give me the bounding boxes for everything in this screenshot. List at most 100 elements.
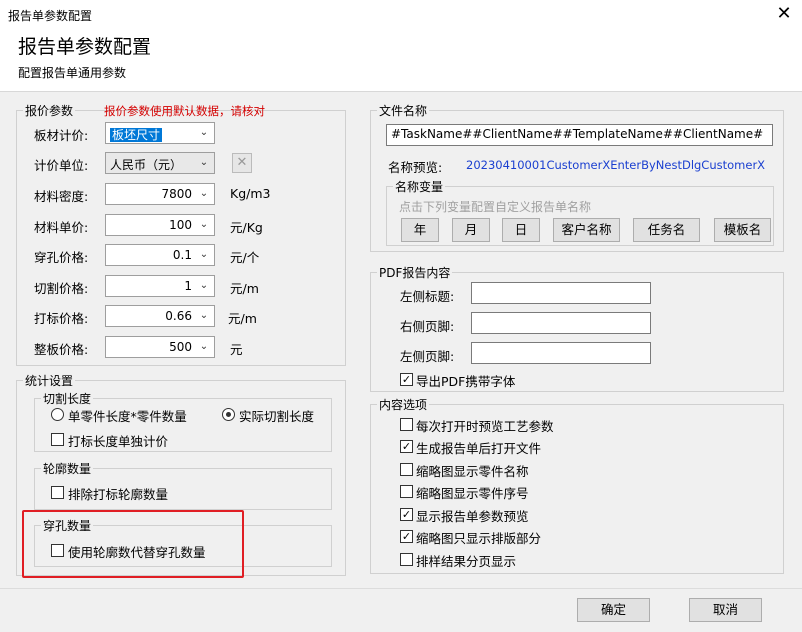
stats-legend: 统计设置 (25, 374, 74, 388)
unit-price-combo[interactable]: 100 ⌄ (105, 214, 215, 236)
price-params-legend: 报价参数 (25, 104, 74, 118)
check-icon: ✓ (401, 508, 412, 521)
chevron-down-icon: ⌄ (199, 219, 209, 230)
close-icon: ✕ (236, 155, 248, 170)
mark-length-label: 打标长度单独计价 (68, 434, 169, 449)
var-client-name-button[interactable]: 客户名称 (553, 218, 620, 242)
cut-length-legend: 切割长度 (43, 392, 92, 406)
sheet-price-label: 整板价格: (34, 342, 89, 357)
option-checkbox[interactable]: ✓ (400, 530, 413, 543)
filename-template-input[interactable]: #TaskName##ClientName##TemplateName##Cli… (386, 124, 773, 146)
left-title-label: 左侧标题: (400, 289, 455, 304)
var-year-button[interactable]: 年 (401, 218, 439, 242)
price-warning: 报价参数使用默认数据，请核对 (104, 104, 265, 118)
option-checkbox[interactable] (400, 485, 413, 498)
option-checkbox[interactable] (400, 418, 413, 431)
exclude-mark-contour-label: 排除打标轮廓数量 (68, 487, 169, 502)
sheet-price-combo[interactable]: 500 ⌄ (105, 336, 215, 358)
var-task-name-button[interactable]: 任务名 (633, 218, 700, 242)
option-label: 缩略图只显示排版部分 (416, 531, 542, 546)
window-title: 报告单参数配置 (8, 9, 93, 23)
option-label: 缩略图显示零件名称 (416, 464, 529, 479)
chevron-down-icon: ⌄ (199, 341, 209, 352)
left-footer-label: 左侧页脚: (400, 349, 455, 364)
option-label: 缩略图显示零件序号 (416, 486, 529, 501)
left-footer-input[interactable] (471, 342, 651, 364)
option-checkbox[interactable] (400, 553, 413, 566)
var-month-button[interactable]: 月 (452, 218, 490, 242)
chevron-down-icon: ⌄ (199, 249, 209, 260)
mark-price-value: 0.66 (165, 309, 192, 323)
cancel-button[interactable]: 取消 (689, 598, 762, 622)
var-template-name-button[interactable]: 模板名 (714, 218, 771, 242)
per-part-length-radio[interactable] (51, 408, 64, 421)
clear-unit-button[interactable]: ✕ (232, 153, 252, 173)
dialog-footer (0, 588, 802, 632)
filename-legend: 文件名称 (379, 104, 428, 118)
chevron-down-icon: ⌄ (199, 188, 209, 199)
cut-price-combo[interactable]: 1 ⌄ (105, 275, 215, 297)
title-bar (0, 0, 802, 30)
cut-price-label: 切割价格: (34, 281, 89, 296)
check-icon: ✓ (401, 373, 412, 386)
chevron-down-icon: ⌄ (199, 310, 209, 321)
left-title-input[interactable] (471, 282, 651, 304)
option-label: 每次打开时预览工艺参数 (416, 419, 554, 434)
unit-price-label: 材料单价: (34, 220, 89, 235)
name-vars-legend: 名称变量 (395, 180, 444, 194)
cut-price-value: 1 (184, 279, 192, 293)
sheet-price-unit: 元 (230, 342, 243, 357)
mark-price-combo[interactable]: 0.66 ⌄ (105, 305, 215, 327)
right-footer-label: 右侧页脚: (400, 319, 455, 334)
board-pricing-select[interactable]: 板坯尺寸 ⌄ (105, 122, 215, 144)
option-label: 生成报告单后打开文件 (416, 441, 542, 456)
actual-cut-length-radio[interactable] (222, 408, 235, 421)
per-part-length-label: 单零件长度*零件数量 (68, 409, 187, 424)
sheet-price-value: 500 (169, 340, 192, 354)
density-unit: Kg/m3 (230, 186, 271, 201)
density-combo[interactable]: 7800 ⌄ (105, 183, 215, 205)
contour-legend: 轮廓数量 (43, 462, 92, 476)
option-label: 显示报告单参数预览 (416, 509, 529, 524)
highlight-box (22, 510, 244, 578)
mark-price-unit: 元/m (228, 311, 257, 326)
unit-price-value: 100 (169, 218, 192, 232)
price-unit-label: 计价单位: (34, 158, 89, 173)
close-icon[interactable]: ✕ (770, 2, 798, 26)
option-checkbox[interactable]: ✓ (400, 508, 413, 521)
board-pricing-value: 板坯尺寸 (110, 128, 163, 142)
pierce-price-value: 0.1 (172, 248, 192, 262)
pierce-price-combo[interactable]: 0.1 ⌄ (105, 244, 215, 266)
check-icon: ✓ (401, 530, 412, 543)
pdf-legend: PDF报告内容 (379, 266, 451, 280)
cut-price-unit: 元/m (230, 281, 259, 296)
mark-price-label: 打标价格: (34, 311, 89, 326)
page-title: 报告单参数配置 (18, 36, 152, 58)
pierce-price-unit: 元/个 (230, 250, 260, 265)
var-day-button[interactable]: 日 (502, 218, 540, 242)
chevron-down-icon: ⌄ (199, 280, 209, 291)
mark-length-checkbox[interactable] (51, 433, 64, 446)
pierce-price-label: 穿孔价格: (34, 250, 89, 265)
option-checkbox[interactable]: ✓ (400, 440, 413, 453)
ok-button[interactable]: 确定 (577, 598, 650, 622)
page-subtitle: 配置报告单通用参数 (18, 66, 127, 80)
name-vars-hint: 点击下列变量配置自定义报告单名称 (399, 200, 592, 214)
name-preview-label: 名称预览: (388, 160, 443, 175)
embed-font-checkbox[interactable]: ✓ (400, 373, 413, 386)
density-label: 材料密度: (34, 189, 89, 204)
option-label: 排样结果分页显示 (416, 554, 517, 569)
exclude-mark-contour-checkbox[interactable] (51, 486, 64, 499)
embed-font-label: 导出PDF携带字体 (416, 374, 516, 389)
name-preview-value: 20230410001CustomerXEnterByNestDlgCustom… (466, 158, 766, 172)
chevron-down-icon: ⌄ (199, 127, 209, 138)
price-unit-select[interactable]: 人民币（元） ⌄ (105, 152, 215, 174)
price-unit-value: 人民币（元） (110, 158, 183, 172)
option-checkbox[interactable] (400, 463, 413, 476)
board-pricing-label: 板材计价: (34, 128, 89, 143)
density-value: 7800 (161, 187, 192, 201)
chevron-down-icon: ⌄ (199, 157, 209, 168)
unit-price-unit: 元/Kg (230, 220, 263, 235)
check-icon: ✓ (401, 440, 412, 453)
right-footer-input[interactable] (471, 312, 651, 334)
